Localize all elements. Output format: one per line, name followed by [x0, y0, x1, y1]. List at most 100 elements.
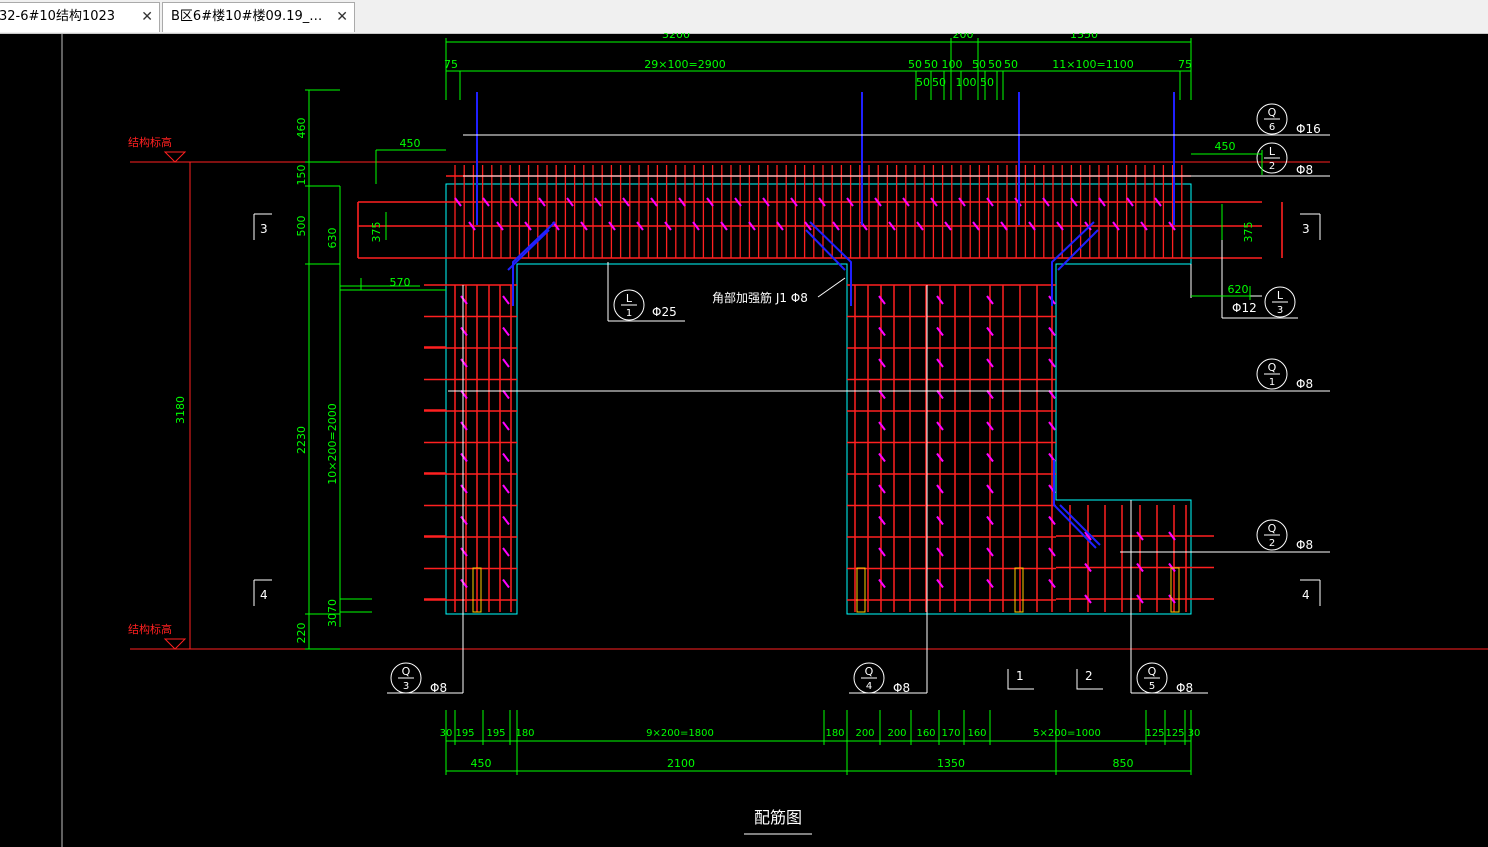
- dim-text: 170: [941, 728, 960, 739]
- rebar-line: [502, 389, 510, 400]
- rebar-line: [502, 547, 510, 557]
- rebar-line: [878, 484, 886, 494]
- dim-text: 70: [326, 599, 339, 613]
- tab-drawing-2[interactable]: B区6#楼10#楼09.19_… ✕: [162, 2, 355, 32]
- rebar-callout: Q 4 Φ8: [853, 662, 910, 695]
- dimension-texts: 3200 200 1350 75 29×100=2900 50 50 100 5…: [174, 33, 1255, 770]
- dim-text: 460: [295, 118, 308, 139]
- dim-text: 850: [1113, 757, 1134, 770]
- dim-text: 30: [1188, 728, 1201, 739]
- dim-text: 100: [956, 76, 977, 89]
- dim-text: 50: [924, 58, 938, 71]
- dim-text: 450: [1215, 140, 1236, 153]
- rebar-callout: Q 3 Φ8: [390, 662, 447, 695]
- dim-text: 180: [515, 728, 534, 739]
- dim-text: 9×200=1800: [646, 728, 714, 739]
- dim-text: 5×200=1000: [1033, 728, 1101, 739]
- rebar-callout: Q 1 Φ8: [1256, 358, 1313, 391]
- callout-type: Q: [1268, 522, 1277, 535]
- rebar-line: [878, 578, 886, 589]
- dim-text: 2100: [667, 757, 695, 770]
- rebar-line: [878, 389, 886, 400]
- callout-bar-spec: Φ12: [1232, 301, 1257, 315]
- tab-bar: 32-6#10结构1023 ✕ B区6#楼10#楼09.19_… ✕: [0, 0, 1488, 34]
- callout-type: Q: [1148, 665, 1157, 678]
- dim-text: 195: [486, 728, 505, 739]
- level-label-top: 结构标高: [128, 135, 172, 149]
- dim-text: 50: [972, 58, 986, 71]
- dim-text: 375: [1242, 222, 1255, 243]
- callout-number: 2: [1269, 161, 1275, 172]
- callout-type: L: [1277, 289, 1284, 302]
- dim-text: 450: [400, 137, 421, 150]
- callout-bar-spec: Φ25: [652, 305, 677, 319]
- section-mark-label: 4: [1302, 588, 1310, 602]
- dim-text: 500: [295, 216, 308, 237]
- callout-number: 3: [403, 681, 409, 692]
- rebar-line: [878, 515, 886, 526]
- corner-rebar-annotation: 角部加强筋 J1 Φ8: [712, 290, 808, 305]
- dim-text: 75: [1178, 58, 1192, 71]
- dim-text: 180: [825, 728, 844, 739]
- rebar-line: [878, 421, 886, 431]
- dim-text: 200: [953, 33, 974, 41]
- dim-text: 30: [326, 613, 339, 627]
- callout-bar-spec: Φ8: [430, 681, 447, 695]
- callout-type: L: [1269, 145, 1276, 158]
- callout-number: 5: [1149, 681, 1155, 692]
- rebar-line: [502, 295, 510, 305]
- tab-drawing-1[interactable]: 32-6#10结构1023 ✕: [0, 2, 160, 32]
- callout-bar-spec: Φ16: [1296, 122, 1321, 136]
- rebar-line: [878, 547, 886, 557]
- rebar-callout: Q 6 Φ16: [1256, 103, 1321, 136]
- rebar-line: [502, 515, 510, 526]
- dim-text: 3200: [662, 33, 690, 41]
- dim-text: 195: [455, 728, 474, 739]
- dim-text: 125: [1165, 728, 1184, 739]
- dim-text: 100: [942, 58, 963, 71]
- dim-text: 30: [440, 728, 453, 739]
- section-mark-label: 4: [260, 588, 268, 602]
- callout-bar-spec: Φ8: [1296, 538, 1313, 552]
- section-mark-label: 1: [1016, 669, 1024, 683]
- callout-type: Q: [865, 665, 874, 678]
- rebar-line: [878, 452, 886, 463]
- rebar-line: [878, 295, 886, 305]
- section-marks: [253, 213, 1321, 690]
- dim-text: 1350: [937, 757, 965, 770]
- cad-drawing-canvas[interactable]: 结构标高 结构标高 Q6 Φ16L2 Φ8L3Φ12Q1 Φ8Q2 Φ8Q3 Φ…: [0, 33, 1488, 847]
- dim-text: 50: [980, 76, 994, 89]
- rebar-callout: Q 5 Φ8: [1136, 662, 1193, 695]
- close-icon[interactable]: ✕: [336, 3, 348, 31]
- dim-text: 375: [370, 222, 383, 243]
- tab-label: B区6#楼10#楼09.19_…: [171, 9, 323, 24]
- dim-text: 160: [916, 728, 935, 739]
- callout-bar-spec: Φ8: [893, 681, 910, 695]
- callout-number: 4: [866, 681, 872, 692]
- callout-bar-spec: Φ8: [1176, 681, 1193, 695]
- dim-text: 200: [855, 728, 874, 739]
- rebar-line: [502, 421, 510, 431]
- level-label-bottom: 结构标高: [128, 622, 172, 636]
- dim-text: 150: [295, 165, 308, 186]
- dim-text: 200: [887, 728, 906, 739]
- dim-text: 450: [471, 757, 492, 770]
- dim-text: 10×200=2000: [326, 403, 339, 484]
- dim-text: 2230: [295, 426, 308, 454]
- dim-text: 160: [967, 728, 986, 739]
- dim-text: 125: [1145, 728, 1164, 739]
- dim-text: 1350: [1070, 33, 1098, 41]
- dim-text: 11×100=1100: [1052, 58, 1133, 71]
- close-icon[interactable]: ✕: [141, 3, 153, 31]
- callout-number: 1: [1269, 377, 1275, 388]
- callout-number: 1: [626, 308, 632, 319]
- callout-type: Q: [1268, 361, 1277, 374]
- rebar-callout: Q 2 Φ8: [1256, 519, 1313, 552]
- callout-type: L: [626, 292, 633, 305]
- dim-text: 50: [908, 58, 922, 71]
- dim-text: 630: [326, 228, 339, 249]
- rebar-line: [502, 326, 510, 337]
- callout-number: 6: [1269, 122, 1275, 133]
- stirrup-marks: [472, 567, 1180, 613]
- section-mark-label: 2: [1085, 669, 1093, 683]
